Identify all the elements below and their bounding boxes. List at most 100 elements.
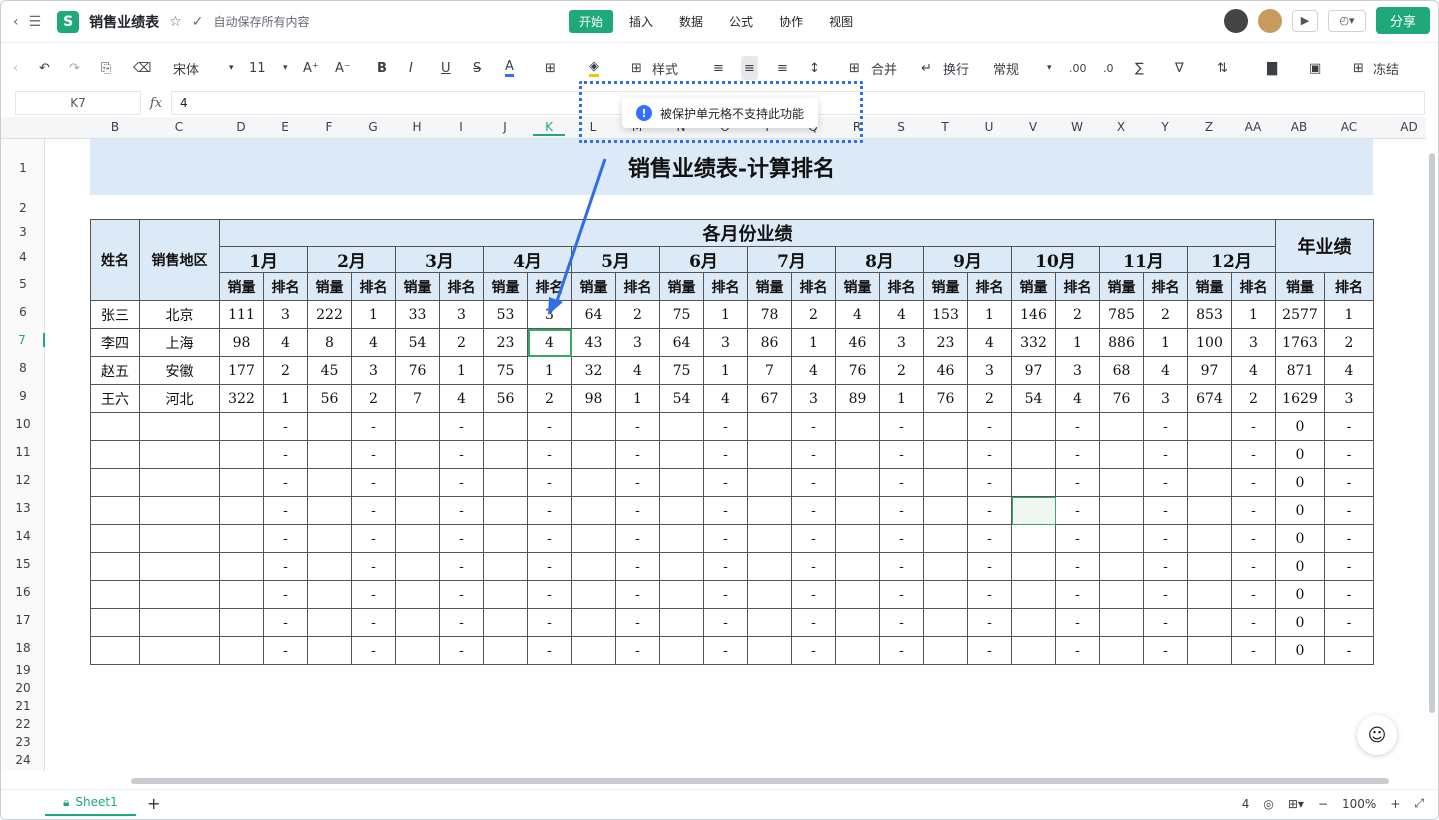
qty-cell[interactable] <box>747 636 792 665</box>
rank-cell[interactable]: 3 <box>1055 356 1100 385</box>
qty-cell[interactable] <box>219 636 264 665</box>
qty-cell[interactable] <box>923 580 968 609</box>
qty-cell[interactable] <box>307 524 352 553</box>
region-cell[interactable] <box>139 440 220 469</box>
qty-cell[interactable] <box>219 468 264 497</box>
region-cell[interactable]: 河北 <box>139 384 220 413</box>
rank-cell[interactable]: - <box>615 412 660 441</box>
qty-cell[interactable]: 100 <box>1187 328 1232 357</box>
rank-cell[interactable]: - <box>615 636 660 665</box>
qty-cell[interactable]: 153 <box>923 300 968 329</box>
assistant-icon[interactable]: ☺ <box>1357 715 1397 755</box>
rank-cell[interactable]: - <box>1231 552 1276 581</box>
redo-icon[interactable]: ↷ <box>69 59 80 77</box>
row-label[interactable]: 6 <box>1 305 45 319</box>
merge-icon[interactable]: ⊞ <box>849 59 860 77</box>
qty-cell[interactable] <box>1187 552 1232 581</box>
rank-cell[interactable]: 3 <box>1324 384 1374 413</box>
rank-cell[interactable]: - <box>527 608 572 637</box>
sum-icon[interactable]: ∑ <box>1135 59 1144 77</box>
rank-cell[interactable]: 2 <box>351 384 396 413</box>
region-cell[interactable] <box>139 608 220 637</box>
name-cell[interactable] <box>90 496 140 525</box>
avatar[interactable] <box>1223 8 1248 33</box>
qty-header[interactable]: 销量 <box>835 272 880 301</box>
column-label[interactable]: V <box>1017 120 1049 134</box>
rank-cell[interactable]: 4 <box>791 356 836 385</box>
qty-cell[interactable] <box>483 524 528 553</box>
qty-cell[interactable] <box>923 636 968 665</box>
star-icon[interactable]: ☆ <box>169 14 182 30</box>
qty-cell[interactable] <box>1187 440 1232 469</box>
month-header[interactable]: 10月 <box>1011 246 1100 273</box>
rank-cell[interactable]: 1 <box>879 384 924 413</box>
total-rank-cell[interactable]: - <box>1324 496 1374 525</box>
tab-start[interactable]: 开始 <box>569 10 614 33</box>
qty-cell[interactable] <box>307 608 352 637</box>
rank-cell[interactable]: - <box>263 496 308 525</box>
underline-icon[interactable]: U <box>441 59 451 77</box>
qty-cell[interactable] <box>835 580 880 609</box>
rank-cell[interactable]: - <box>351 468 396 497</box>
qty-cell[interactable] <box>659 440 704 469</box>
history-icon[interactable]: ◴▾ <box>1327 9 1366 32</box>
column-label[interactable]: W <box>1061 120 1093 134</box>
rank-header[interactable]: 排名 <box>703 272 748 301</box>
rank-cell[interactable]: - <box>879 412 924 441</box>
qty-cell[interactable] <box>923 468 968 497</box>
rank-cell[interactable]: - <box>351 440 396 469</box>
qty-cell[interactable]: 33 <box>395 300 440 329</box>
qty-cell[interactable] <box>219 412 264 441</box>
zoom-out-icon[interactable]: − <box>1318 797 1328 811</box>
rank-cell[interactable]: - <box>791 552 836 581</box>
row-label[interactable]: 11 <box>1 445 45 459</box>
rank-cell[interactable]: 2 <box>1324 328 1374 357</box>
row-label[interactable]: 4 <box>1 250 45 264</box>
menu-icon[interactable]: ☰ <box>29 14 42 30</box>
name-cell[interactable]: 赵五 <box>90 356 140 385</box>
qty-cell[interactable]: 2577 <box>1275 300 1325 329</box>
qty-cell[interactable] <box>1187 412 1232 441</box>
rank-cell[interactable]: 3 <box>351 356 396 385</box>
row-label[interactable]: 7 <box>1 333 45 347</box>
column-label[interactable]: E <box>269 120 301 134</box>
total-rank-cell[interactable]: - <box>1324 468 1374 497</box>
strikethrough-icon[interactable]: S <box>473 59 481 77</box>
number-format-select[interactable]: 常规 <box>993 59 1019 78</box>
column-label[interactable]: H <box>401 120 433 134</box>
qty-cell[interactable] <box>1099 552 1144 581</box>
qty-cell[interactable] <box>1099 468 1144 497</box>
rank-cell[interactable]: - <box>703 440 748 469</box>
align-center-icon[interactable]: ≡ <box>741 56 758 80</box>
rank-header[interactable]: 排名 <box>351 272 396 301</box>
qty-cell[interactable] <box>571 496 616 525</box>
rank-header[interactable]: 排名 <box>1231 272 1276 301</box>
region-cell[interactable] <box>139 524 220 553</box>
qty-cell[interactable] <box>659 608 704 637</box>
qty-cell[interactable] <box>923 440 968 469</box>
rank-cell[interactable]: - <box>967 608 1012 637</box>
rank-cell[interactable]: - <box>967 412 1012 441</box>
month-header[interactable]: 3月 <box>395 246 484 273</box>
row-label[interactable]: 16 <box>1 585 45 599</box>
qty-cell[interactable]: 89 <box>835 384 880 413</box>
qty-cell[interactable] <box>219 496 264 525</box>
zoom-in-icon[interactable]: + <box>1390 797 1400 811</box>
rank-cell[interactable]: - <box>1231 580 1276 609</box>
qty-cell[interactable] <box>571 412 616 441</box>
qty-cell[interactable]: 76 <box>1099 384 1144 413</box>
qty-cell[interactable] <box>219 552 264 581</box>
qty-header[interactable]: 销量 <box>395 272 440 301</box>
qty-cell[interactable]: 146 <box>1011 300 1056 329</box>
qty-cell[interactable] <box>483 440 528 469</box>
qty-cell[interactable] <box>747 552 792 581</box>
total-cell[interactable]: 0 <box>1275 580 1325 609</box>
rank-cell[interactable]: - <box>791 580 836 609</box>
rank-cell[interactable]: - <box>703 496 748 525</box>
qty-cell[interactable] <box>395 636 440 665</box>
rank-cell[interactable]: - <box>1055 468 1100 497</box>
qty-cell[interactable]: 86 <box>747 328 792 357</box>
column-label[interactable]: J <box>489 120 521 134</box>
qty-cell[interactable]: 97 <box>1011 356 1056 385</box>
rank-cell[interactable]: 2 <box>967 384 1012 413</box>
